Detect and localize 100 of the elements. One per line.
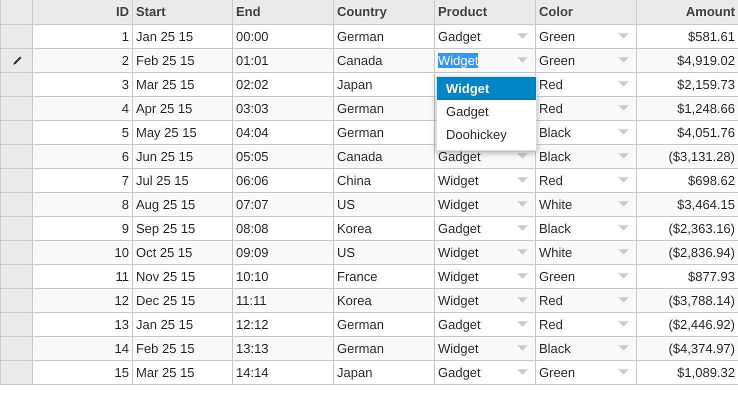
table-cell: 02:02 bbox=[232, 72, 334, 96]
column-header[interactable]: End bbox=[232, 0, 334, 24]
table-cell: German bbox=[334, 96, 434, 120]
caret-icon[interactable] bbox=[517, 225, 528, 231]
table-cell: Mar 25 15 bbox=[132, 360, 232, 384]
caret-icon[interactable] bbox=[618, 201, 629, 207]
row-header[interactable] bbox=[0, 48, 32, 72]
table-cell: 06:06 bbox=[232, 168, 334, 192]
cell-text: Red bbox=[539, 172, 563, 188]
cell-text: Green bbox=[539, 28, 576, 44]
corner-cell bbox=[0, 0, 32, 24]
caret-icon[interactable] bbox=[517, 57, 528, 63]
caret-icon[interactable] bbox=[618, 153, 629, 159]
table-cell: 10 bbox=[32, 240, 132, 264]
table-cell: Jan 25 15 bbox=[132, 24, 232, 48]
caret-icon[interactable] bbox=[618, 345, 629, 351]
table-cell: Oct 25 15 bbox=[132, 240, 232, 264]
table-cell: 12:12 bbox=[232, 312, 334, 336]
cell-text: Red bbox=[539, 292, 563, 308]
table-cell: Korea bbox=[334, 288, 434, 312]
table-cell: Aug 25 15 bbox=[132, 192, 232, 216]
table-cell: 15 bbox=[32, 360, 132, 384]
table-cell: Apr 25 15 bbox=[132, 96, 232, 120]
cell-text: Red bbox=[539, 316, 563, 332]
dropdown-option[interactable]: Gadget bbox=[437, 100, 536, 123]
cell-text: Gadget bbox=[438, 364, 481, 380]
caret-icon[interactable] bbox=[618, 129, 629, 135]
table-cell: Jun 25 15 bbox=[132, 144, 232, 168]
table-cell: Feb 25 15 bbox=[132, 336, 232, 360]
caret-icon[interactable] bbox=[618, 297, 629, 303]
table-cell: 8 bbox=[32, 192, 132, 216]
table-cell: May 25 15 bbox=[132, 120, 232, 144]
column-header[interactable]: Product bbox=[434, 0, 536, 24]
caret-icon[interactable] bbox=[517, 177, 528, 183]
table-cell: German bbox=[334, 120, 434, 144]
pencil-icon bbox=[10, 55, 22, 68]
caret-icon[interactable] bbox=[618, 81, 629, 87]
cell-text: Black bbox=[539, 124, 571, 140]
caret-icon[interactable] bbox=[517, 273, 528, 279]
dropdown-option[interactable]: Doohickey bbox=[437, 123, 536, 146]
table-cell: 10:10 bbox=[232, 264, 334, 288]
caret-icon[interactable] bbox=[618, 321, 629, 327]
caret-icon[interactable] bbox=[517, 249, 528, 255]
column-header[interactable]: Start bbox=[132, 0, 232, 24]
table-cell: 3 bbox=[32, 72, 132, 96]
caret-icon[interactable] bbox=[618, 369, 629, 375]
table-cell: Japan bbox=[334, 360, 434, 384]
cell-text: Widget bbox=[438, 292, 478, 308]
table-cell: 6 bbox=[32, 144, 132, 168]
table-cell: Feb 25 15 bbox=[132, 48, 232, 72]
cell-text: Black bbox=[539, 220, 571, 236]
table-cell: 14 bbox=[32, 336, 132, 360]
cell-text: Green bbox=[539, 268, 576, 284]
caret-icon[interactable] bbox=[618, 273, 629, 279]
cell-text: Gadget bbox=[438, 316, 481, 332]
table-cell: 14:14 bbox=[232, 360, 334, 384]
column-header[interactable]: Country bbox=[334, 0, 434, 24]
table-cell: Mar 25 15 bbox=[132, 72, 232, 96]
table-cell: Canada bbox=[334, 48, 434, 72]
caret-icon[interactable] bbox=[618, 105, 629, 111]
column-header[interactable]: ID bbox=[32, 0, 132, 24]
cell-text: Green bbox=[539, 52, 576, 68]
table-cell: $4,919.02 bbox=[636, 48, 738, 72]
caret-icon[interactable] bbox=[618, 57, 629, 63]
cell-text: Gadget bbox=[438, 28, 481, 44]
table-cell: France bbox=[334, 264, 434, 288]
table-cell: Korea bbox=[334, 216, 434, 240]
table-cell: Japan bbox=[334, 72, 434, 96]
table-cell: US bbox=[334, 192, 434, 216]
caret-icon[interactable] bbox=[517, 33, 528, 39]
cell-text: Widget bbox=[438, 196, 478, 212]
table-cell: 13:13 bbox=[232, 336, 334, 360]
cell-text: Gadget bbox=[438, 220, 481, 236]
cell-text: Widget bbox=[438, 268, 478, 284]
table-cell: 01:01 bbox=[232, 48, 334, 72]
caret-icon[interactable] bbox=[517, 153, 528, 159]
table-cell: ($4,374.97) bbox=[636, 336, 738, 360]
column-header[interactable]: Color bbox=[536, 0, 636, 24]
caret-icon[interactable] bbox=[618, 225, 629, 231]
caret-icon[interactable] bbox=[618, 33, 629, 39]
table-cell: Sep 25 15 bbox=[132, 216, 232, 240]
caret-icon[interactable] bbox=[618, 249, 629, 255]
dropdown-option[interactable]: Widget bbox=[437, 77, 536, 100]
table-cell: 00:00 bbox=[232, 24, 334, 48]
table-cell: 7 bbox=[32, 168, 132, 192]
table-cell: German bbox=[334, 24, 434, 48]
table-cell: ($3,788.14) bbox=[636, 288, 738, 312]
caret-icon[interactable] bbox=[517, 201, 528, 207]
column-header[interactable]: Amount bbox=[636, 0, 738, 24]
caret-icon[interactable] bbox=[517, 297, 528, 303]
table-cell: 03:03 bbox=[232, 96, 334, 120]
table-cell: ($3,131.28) bbox=[636, 144, 738, 168]
cell-text: Red bbox=[539, 100, 563, 116]
caret-icon[interactable] bbox=[618, 177, 629, 183]
caret-icon[interactable] bbox=[517, 321, 528, 327]
table-cell: 12 bbox=[32, 288, 132, 312]
table-cell: Nov 25 15 bbox=[132, 264, 232, 288]
table-cell: Jul 25 15 bbox=[132, 168, 232, 192]
caret-icon[interactable] bbox=[517, 369, 528, 375]
caret-icon[interactable] bbox=[517, 345, 528, 351]
